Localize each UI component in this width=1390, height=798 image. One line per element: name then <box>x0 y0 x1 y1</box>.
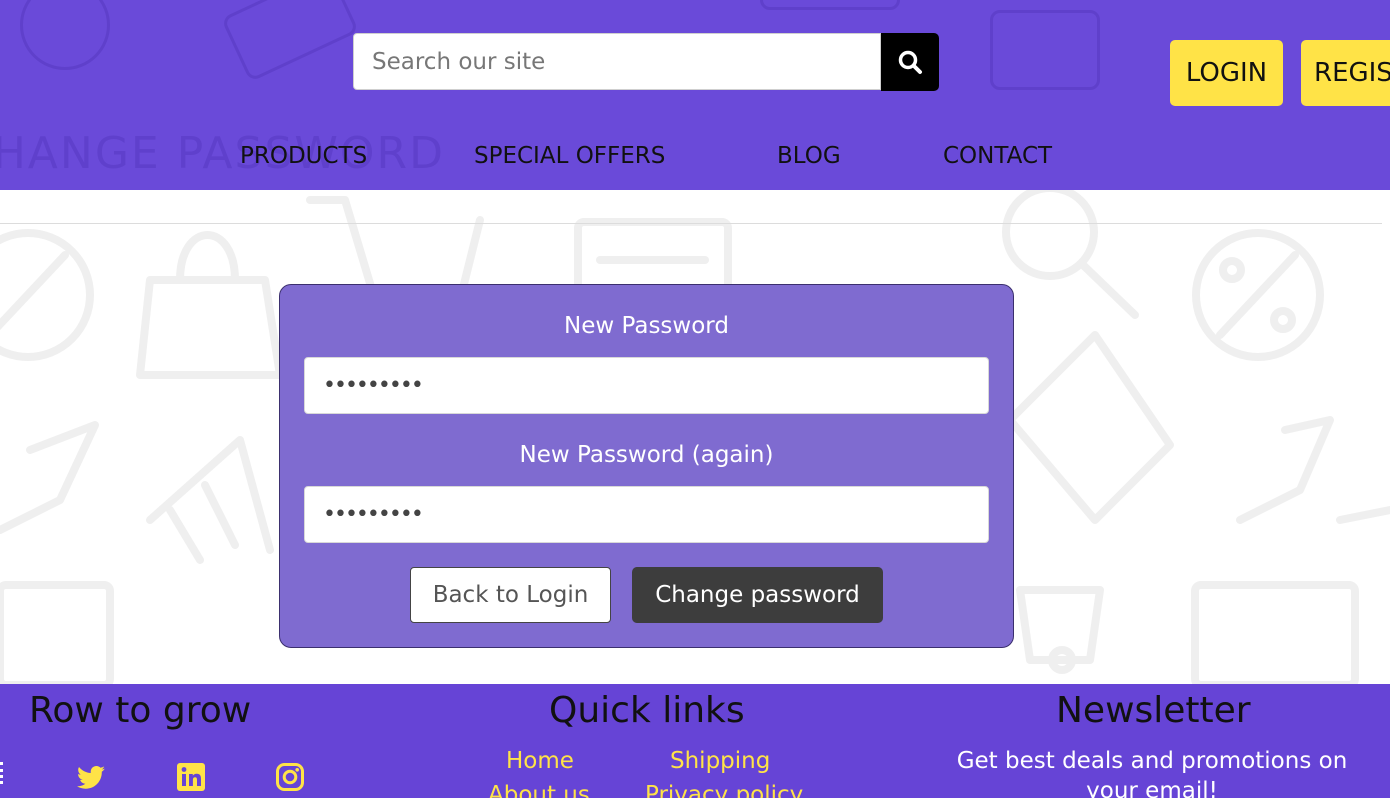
main-nav: PRODUCTS SPECIAL OFFERS BLOG CONTACT <box>0 143 1390 179</box>
footer-link-about-us[interactable]: About us <box>488 782 590 798</box>
search-bar <box>353 33 939 91</box>
change-password-form: New Password New Password (again) Back t… <box>279 284 1014 648</box>
edge-icon <box>0 762 4 784</box>
linkedin-icon[interactable] <box>176 762 206 792</box>
search-icon <box>898 50 922 74</box>
footer-brand-heading: Row to grow <box>29 690 252 731</box>
site-footer: Row to grow Quick links Home Shipping Ab… <box>0 684 1390 798</box>
login-button[interactable]: LOGIN <box>1170 40 1283 106</box>
header-decoration <box>220 0 360 83</box>
quick-links-heading: Quick links <box>549 690 745 731</box>
nav-item-blog[interactable]: BLOG <box>777 143 841 169</box>
new-password-again-input[interactable] <box>304 486 989 543</box>
header-divider <box>0 223 1382 224</box>
header-decoration <box>990 10 1100 90</box>
footer-link-shipping[interactable]: Shipping <box>670 748 770 774</box>
new-password-again-label: New Password (again) <box>519 442 774 468</box>
back-to-login-button[interactable]: Back to Login <box>410 567 611 623</box>
footer-link-home[interactable]: Home <box>506 748 574 774</box>
register-button[interactable]: REGISTER <box>1301 40 1390 106</box>
main-content: New Password New Password (again) Back t… <box>0 190 1390 684</box>
site-header: CHANGE PASSWORD LOGIN REGISTER PRODUCTS … <box>0 0 1390 190</box>
search-button[interactable] <box>881 33 939 91</box>
new-password-input[interactable] <box>304 357 989 414</box>
header-decoration <box>20 0 110 70</box>
header-decoration <box>760 0 900 10</box>
instagram-icon[interactable] <box>275 762 305 792</box>
search-input[interactable] <box>353 33 881 90</box>
newsletter-heading: Newsletter <box>1056 690 1251 731</box>
newsletter-description: Get best deals and promotions on your em… <box>956 748 1348 798</box>
change-password-button[interactable]: Change password <box>632 567 883 623</box>
footer-link-privacy-policy[interactable]: Privacy policy <box>645 782 803 798</box>
nav-item-contact[interactable]: CONTACT <box>943 143 1052 169</box>
new-password-label: New Password <box>564 313 729 339</box>
nav-item-products[interactable]: PRODUCTS <box>240 143 367 169</box>
twitter-icon[interactable] <box>76 762 106 792</box>
nav-item-special-offers[interactable]: SPECIAL OFFERS <box>474 143 665 169</box>
